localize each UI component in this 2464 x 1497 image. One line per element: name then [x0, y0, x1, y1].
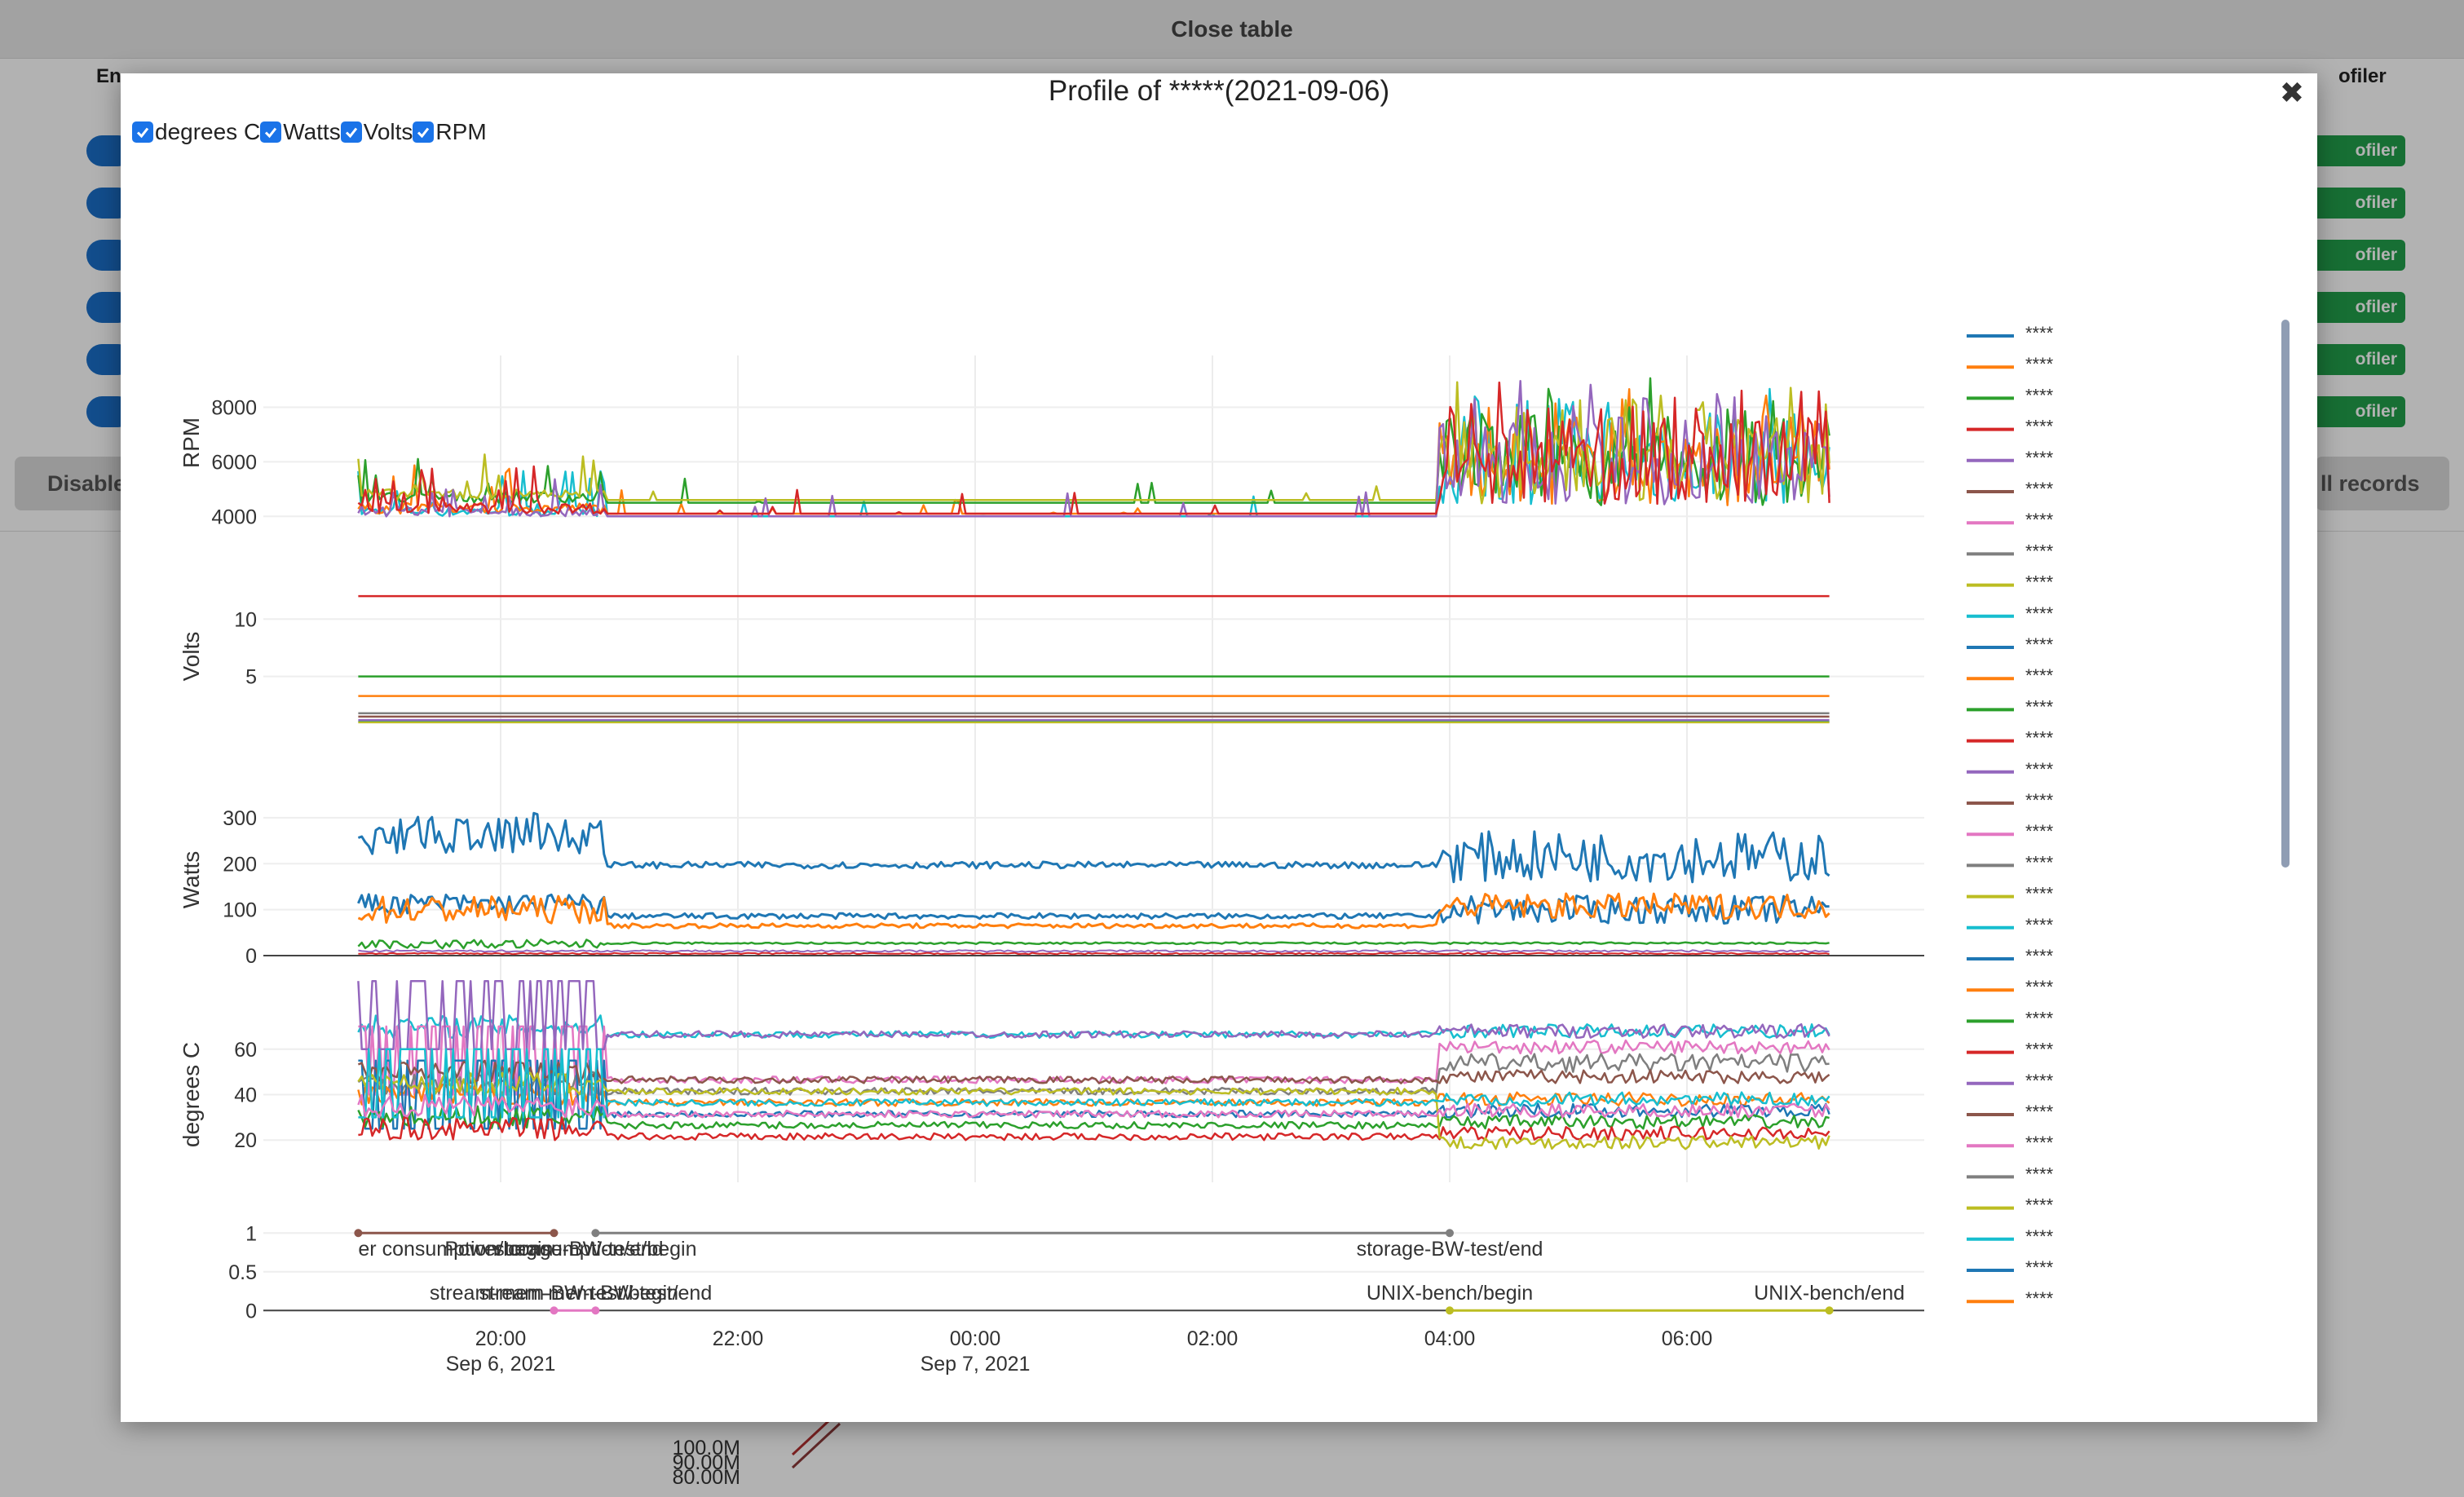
y-tick-label: 100 [223, 899, 257, 922]
legend-entry[interactable]: **** [2025, 385, 2054, 405]
event-annotation-label: stream-mem-BW-test/end [479, 1282, 713, 1305]
y-tick-label: 200 [223, 853, 257, 876]
legend-entry[interactable]: **** [2025, 354, 2054, 374]
y-tick-label: 8000 [211, 397, 257, 420]
y-tick-label: 0 [245, 945, 257, 968]
legend-entry[interactable]: **** [2025, 1133, 2054, 1153]
legend-entry[interactable]: **** [2025, 852, 2054, 872]
legend-entry[interactable]: **** [2025, 1102, 2054, 1122]
legend-entry[interactable]: **** [2025, 946, 2054, 966]
legend-entry[interactable]: **** [2025, 759, 2054, 779]
legend-entry[interactable]: **** [2025, 634, 2054, 655]
legend-scrollbar[interactable] [2281, 320, 2290, 868]
y-tick-label: 4000 [211, 506, 257, 528]
profile-modal: Profile of *****(2021-09-06) ✖ degrees C… [121, 73, 2317, 1422]
y-tick-label: 300 [223, 807, 257, 830]
y-tick-label: 6000 [211, 451, 257, 474]
y-axis-label: RPM [179, 417, 204, 468]
temperature-series-line [357, 1059, 1830, 1084]
watts-series-line [357, 938, 1830, 950]
profile-chart: 400060008000RPM510Volts0100200300Watts20… [179, 323, 2054, 1376]
legend-entry[interactable]: **** [2025, 479, 2054, 499]
watts-series-line [358, 952, 1830, 956]
legend-entry[interactable]: **** [2025, 790, 2054, 810]
watts-series-line [358, 949, 1830, 953]
y-axis-label: Volts [179, 632, 204, 682]
y-tick-label: 20 [234, 1129, 257, 1152]
legend-entry[interactable]: **** [2025, 572, 2054, 593]
event-marker [591, 1229, 600, 1238]
y-tick-label: 60 [234, 1039, 257, 1062]
event-annotation-label: storage-BW-test/end [1357, 1238, 1543, 1261]
watts-series-line [357, 811, 1830, 884]
x-tick-label: 20:00 [475, 1327, 527, 1350]
y-tick-label: 1 [245, 1222, 257, 1245]
legend-entry[interactable]: **** [2025, 1195, 2054, 1216]
y-tick-label: 10 [234, 608, 257, 631]
event-marker [354, 1229, 363, 1238]
event-marker [1446, 1306, 1454, 1315]
legend-entry[interactable]: **** [2025, 821, 2054, 841]
x-tick-label: 22:00 [713, 1327, 764, 1350]
legend-entry[interactable]: **** [2025, 448, 2054, 468]
legend-entry[interactable]: **** [2025, 915, 2054, 935]
legend-entry[interactable]: **** [2025, 1040, 2054, 1060]
legend-entry[interactable]: **** [2025, 1071, 2054, 1091]
legend-entry[interactable]: **** [2025, 696, 2054, 717]
x-tick-label: 06:00 [1662, 1327, 1713, 1350]
legend-entry[interactable]: **** [2025, 1257, 2054, 1278]
x-tick-label: 00:00 [950, 1327, 1001, 1350]
y-axis-label: degrees C [179, 1042, 204, 1147]
legend-entry[interactable]: **** [2025, 417, 2054, 437]
x-tick-sublabel: Sep 6, 2021 [446, 1353, 556, 1376]
y-tick-label: 0 [245, 1300, 257, 1323]
event-marker [1825, 1306, 1834, 1315]
legend-entry[interactable]: **** [2025, 1008, 2054, 1028]
legend-entry[interactable]: **** [2025, 884, 2054, 904]
event-annotation-label: storage-BW-test/begin [494, 1238, 696, 1261]
event-annotation-label: UNIX-bench/begin [1367, 1282, 1533, 1305]
legend-entry[interactable]: **** [2025, 1288, 2054, 1309]
temperature-series-line [357, 1053, 1830, 1096]
y-tick-label: 40 [234, 1084, 257, 1107]
event-marker [550, 1306, 559, 1315]
legend-entry[interactable]: **** [2025, 1164, 2054, 1184]
legend-entry[interactable]: **** [2025, 510, 2054, 530]
x-tick-label: 04:00 [1424, 1327, 1476, 1350]
y-tick-label: 5 [245, 666, 257, 689]
y-tick-label: 0.5 [228, 1261, 257, 1284]
event-marker [1446, 1229, 1454, 1238]
event-marker [591, 1306, 600, 1315]
legend-entry[interactable]: **** [2025, 323, 2054, 343]
legend-entry[interactable]: **** [2025, 541, 2054, 561]
legend-entry[interactable]: **** [2025, 1226, 2054, 1247]
x-tick-label: 02:00 [1187, 1327, 1239, 1350]
legend-entry[interactable]: **** [2025, 603, 2054, 624]
event-annotation-label: UNIX-bench/end [1754, 1282, 1905, 1305]
legend-entry[interactable]: **** [2025, 977, 2054, 997]
legend-entry[interactable]: **** [2025, 665, 2054, 686]
x-tick-sublabel: Sep 7, 2021 [921, 1353, 1031, 1376]
legend-entry[interactable]: **** [2025, 728, 2054, 748]
event-marker [550, 1229, 559, 1238]
y-axis-label: Watts [179, 851, 204, 909]
